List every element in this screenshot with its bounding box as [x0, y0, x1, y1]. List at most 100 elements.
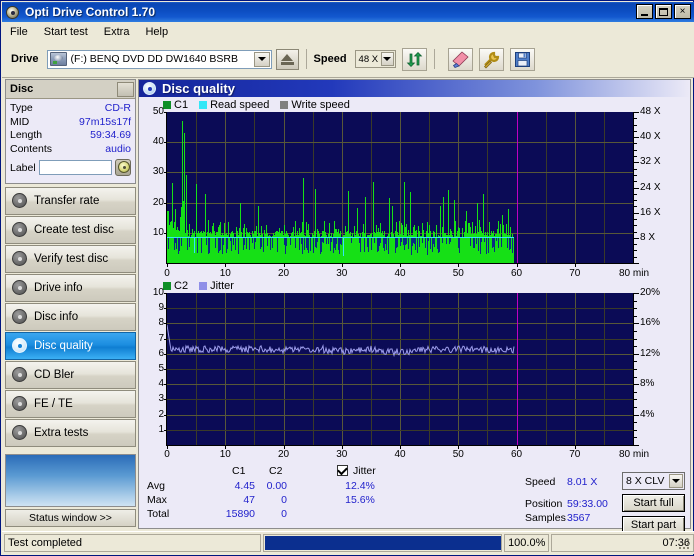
disc-row-contents-key: Contents	[10, 142, 53, 155]
sidebar-item-disc-info[interactable]: Disc info	[5, 303, 136, 331]
status-window-button[interactable]: Status window >>	[5, 509, 136, 527]
sidebar-item-disc-quality[interactable]: Disc quality	[5, 332, 136, 360]
write-mode-chevron-down-icon[interactable]	[669, 474, 683, 488]
eraser-icon	[451, 50, 469, 68]
refresh-button[interactable]	[401, 47, 427, 71]
speed-select[interactable]: 48 X	[354, 50, 396, 68]
results-c1-total: 15890	[225, 508, 255, 520]
start-full-button[interactable]: Start full	[622, 494, 685, 512]
c2-ytick-right: 12%	[640, 347, 661, 359]
sidebar-item-drive-info[interactable]: Drive info	[5, 274, 136, 302]
c1-ytick-right-mark	[634, 244, 637, 246]
menu-item-help[interactable]: Help	[137, 24, 176, 40]
sidebar-item-cd-bler[interactable]: CD Bler	[5, 361, 136, 389]
page-title: Disc quality	[162, 81, 235, 96]
write-mode-select[interactable]: 8 X CLV	[622, 472, 685, 490]
disc-row-length-key: Length	[10, 129, 43, 141]
save-button[interactable]	[509, 47, 535, 71]
c2-ytick-right: 8%	[640, 378, 655, 390]
chart-bottom-legend: C2 Jitter	[163, 280, 234, 292]
disc-label-input[interactable]	[38, 160, 112, 175]
tools-button[interactable]	[478, 47, 504, 71]
c2-ytick-right: 20%	[640, 287, 661, 298]
c2-ytick-left: 4	[158, 378, 164, 390]
legend-swatch-jitter	[199, 282, 208, 290]
c2-ytick-right: 4%	[640, 408, 655, 420]
c2-xtick: 0	[164, 449, 170, 460]
speed-select-value: 48 X	[358, 53, 379, 65]
c1-ytick-right-mark	[634, 231, 637, 233]
c2-ytick-left: 5	[158, 363, 164, 374]
read-speed-dip	[343, 237, 345, 257]
c2-ytick-right-mark	[634, 384, 639, 386]
position-value: 59:33.00	[567, 498, 608, 510]
disc-panel-button[interactable]	[117, 81, 134, 97]
c1-xtick: 60	[510, 268, 523, 279]
eject-icon	[281, 53, 294, 61]
c1-ytick-right-mark	[634, 118, 637, 120]
c2-jitter-chart[interactable]	[167, 293, 634, 445]
status-bar: Test completed 100.0% 07:36	[2, 531, 694, 554]
jitter-checkbox[interactable]	[337, 464, 348, 476]
c1-xtick-mark	[574, 264, 576, 267]
sidebar-nav: Transfer rate Create test disc Verify te…	[5, 187, 136, 448]
c1-left-axis	[166, 112, 167, 263]
sidebar-item-transfer-rate[interactable]: Transfer rate	[5, 187, 136, 215]
disc-transfer-icon	[12, 193, 28, 209]
legend-label-jitter: Jitter	[210, 280, 234, 292]
speed-select-chevron-down-icon[interactable]	[380, 52, 394, 66]
c2-ytick-right-mark	[634, 300, 637, 302]
disc-extra-icon	[12, 425, 28, 441]
c1-xtick: 40	[394, 268, 406, 279]
c1-xtick-mark	[167, 264, 168, 267]
c1-ytick-right: 24 X	[640, 181, 661, 193]
c1-ytick-right-mark	[634, 250, 637, 252]
sidebar-item-label: FE / TE	[34, 398, 73, 410]
c2-ytick-right-mark	[634, 315, 637, 317]
window-controls: ×	[636, 4, 691, 19]
gridline-horizontal	[167, 172, 633, 174]
toolbar-divider-1	[305, 49, 307, 69]
minimize-button[interactable]	[636, 4, 653, 19]
c1-bar	[513, 237, 514, 263]
close-button[interactable]: ×	[674, 4, 691, 19]
c1-xtick-mark	[225, 264, 227, 267]
c2-xtick: 10	[219, 449, 231, 460]
resize-grip-icon[interactable]	[679, 539, 691, 551]
disc-panel-title: Disc	[10, 83, 34, 95]
disc-quality-icon	[12, 338, 28, 354]
eject-button[interactable]	[275, 48, 299, 70]
disc-bler-icon	[12, 367, 28, 383]
drive-select[interactable]: (F:) BENQ DVD DD DW1640 BSRB	[46, 49, 272, 69]
speed-label: Speed	[313, 53, 347, 65]
cd-icon[interactable]	[114, 159, 131, 176]
c1-spike	[240, 202, 242, 263]
save-icon	[514, 51, 530, 67]
legend-label-c1: C1	[174, 99, 189, 111]
c2-ytick-left: 9	[158, 302, 164, 314]
results-header-c2: C2	[269, 465, 283, 477]
c1-spike	[501, 214, 503, 263]
drive-select-chevron-down-icon[interactable]	[253, 51, 270, 67]
read-speed-dip	[193, 237, 195, 253]
c1-spike	[258, 205, 260, 263]
c2-ytick-right-mark	[634, 407, 637, 408]
c1-xtick: 0	[164, 268, 170, 279]
c1-read-speed-chart[interactable]	[167, 112, 634, 263]
jitter-avg-value: 12.4%	[345, 480, 375, 492]
erase-button[interactable]	[447, 47, 473, 71]
results-c2-max: 0	[281, 494, 287, 506]
legend-label-write-speed: Write speed	[291, 99, 350, 111]
menu-item-start-test[interactable]: Start test	[36, 24, 96, 40]
menu-item-extra[interactable]: Extra	[96, 24, 138, 40]
disc-row-type-key: Type	[10, 102, 33, 114]
sidebar-item-verify-test-disc[interactable]: Verify test disc	[5, 245, 136, 273]
c1-x-axis-label: 80 min	[619, 268, 650, 279]
samples-label: Samples	[525, 512, 566, 524]
sidebar-item-fe-te[interactable]: FE / TE	[5, 390, 136, 418]
c2-ytick-right-mark	[634, 391, 637, 393]
sidebar-item-extra-tests[interactable]: Extra tests	[5, 419, 136, 447]
menu-item-file[interactable]: File	[2, 24, 36, 40]
maximize-button[interactable]	[655, 4, 672, 19]
sidebar-item-create-test-disc[interactable]: Create test disc	[5, 216, 136, 244]
